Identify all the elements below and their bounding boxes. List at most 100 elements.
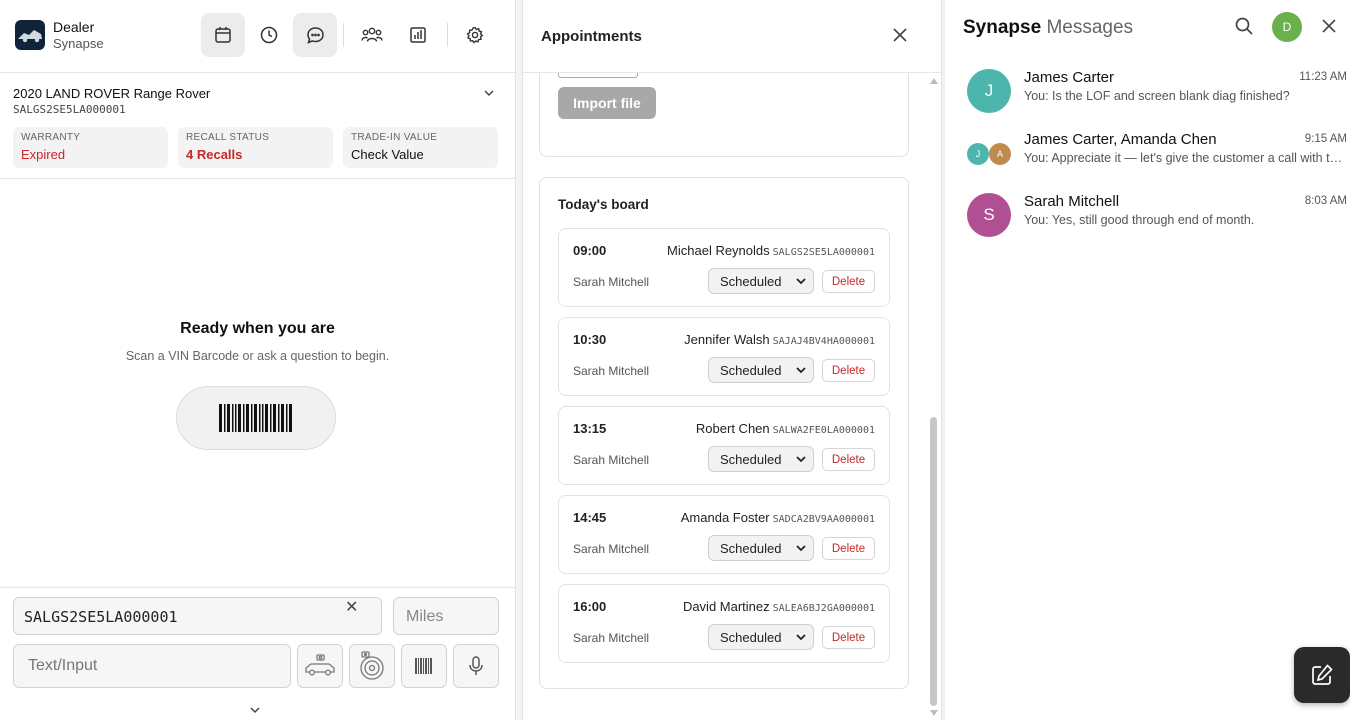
avatar: S xyxy=(967,193,1011,237)
import-file-button[interactable]: Import file xyxy=(558,87,656,119)
conversation-name: James Carter xyxy=(1024,69,1115,86)
chevron-down-icon xyxy=(796,278,806,285)
appointments-panel: Import file Appointments Today's board 0… xyxy=(523,0,941,720)
tire-photo-button[interactable] xyxy=(349,644,395,688)
voice-input-button[interactable] xyxy=(453,644,499,688)
collapse-input-button[interactable] xyxy=(248,702,262,720)
reports-button[interactable] xyxy=(396,13,440,57)
customer-vin: SALWA2FE0LA000001 xyxy=(772,425,875,436)
conversation-time: 11:23 AM xyxy=(1299,71,1347,83)
chevron-down-icon xyxy=(484,90,494,97)
people-icon xyxy=(361,27,383,42)
clear-vin-button[interactable]: ✕ xyxy=(345,597,358,617)
vehicle-expand-button[interactable] xyxy=(482,85,496,103)
microphone-icon xyxy=(469,656,483,675)
conversation-preview: You: Yes, still good through end of mont… xyxy=(1024,213,1255,227)
chevron-down-icon xyxy=(796,545,806,552)
scrollbar-thumb[interactable] xyxy=(930,417,937,706)
avatar: J xyxy=(967,69,1011,113)
appointment-card[interactable]: 16:00 David Martinez SALEA6BJ2GA000001 Sara… xyxy=(558,584,890,663)
appointment-customer: Michael Reynolds SALGS2SE5LA000001 xyxy=(667,243,875,258)
import-card: Import file xyxy=(539,60,909,157)
vehicle-vin: SALGS2SE5LA000001 xyxy=(13,103,126,116)
stat-label: RECALL STATUS xyxy=(186,132,270,143)
appointment-card[interactable]: 09:00 Michael Reynolds SALGS2SE5LA000001 Sa… xyxy=(558,228,890,307)
delete-appointment-button[interactable]: Delete xyxy=(822,270,875,293)
messages-title-label: Messages xyxy=(1046,17,1134,38)
close-appointments-button[interactable] xyxy=(891,26,909,49)
chevron-down-icon xyxy=(796,456,806,463)
vehicle-title: 2020 LAND ROVER Range Rover xyxy=(13,86,211,101)
delete-appointment-button[interactable]: Delete xyxy=(822,537,875,560)
calendar-icon xyxy=(215,27,231,43)
conversation-name: Sarah Mitchell xyxy=(1024,193,1120,210)
messages-title-brand: Synapse xyxy=(963,17,1042,38)
status-select[interactable]: Scheduled xyxy=(708,357,814,383)
barcode-icon xyxy=(219,404,292,432)
history-button[interactable] xyxy=(247,13,291,57)
tire-camera-icon xyxy=(360,651,384,680)
status-value: Scheduled xyxy=(720,274,782,289)
empty-state-subtitle: Scan a VIN Barcode or ask a question to … xyxy=(125,349,390,363)
miles-input[interactable]: Miles xyxy=(393,597,499,635)
appointment-customer: Amanda Foster SADCA2BV9AA000001 xyxy=(681,510,875,525)
customer-name: Jennifer Walsh xyxy=(684,332,770,347)
calendar-button[interactable] xyxy=(201,13,245,57)
vehicle-summary: 2020 LAND ROVER Range Rover SALGS2SE5LA0… xyxy=(0,73,515,179)
customer-name: David Martinez xyxy=(682,599,770,614)
team-button[interactable] xyxy=(350,13,394,57)
appointment-card[interactable]: 10:30 Jennifer Walsh SAJAJ4BV4HA000001 Sara… xyxy=(558,317,890,396)
recall-stat[interactable]: RECALL STATUS 4 Recalls xyxy=(178,127,333,168)
appointment-card[interactable]: 13:15 Robert Chen SALWA2FE0LA000001 Sarah M… xyxy=(558,406,890,485)
conversation-item[interactable]: S Sarah Mitchell 8:03 AM You: Yes, still go… xyxy=(945,187,1350,247)
settings-button[interactable] xyxy=(453,13,497,57)
vehicle-photo-button[interactable] xyxy=(297,644,343,688)
appointment-advisor: Sarah Mitchell xyxy=(573,275,650,289)
conversation-item[interactable]: J A James Carter, Amanda Chen 9:15 AM You: A… xyxy=(945,125,1350,185)
top-toolbar: Dealer Synapse xyxy=(0,0,515,73)
appointment-time: 14:45 xyxy=(573,510,607,525)
search-messages-button[interactable] xyxy=(1234,16,1254,41)
appointment-card[interactable]: 14:45 Amanda Foster SADCA2BV9AA000001 Sarah… xyxy=(558,495,890,574)
appointment-advisor: Sarah Mitchell xyxy=(573,631,650,645)
delete-appointment-button[interactable]: Delete xyxy=(822,448,875,471)
appointment-time: 09:00 xyxy=(573,243,607,258)
stat-value: Expired xyxy=(21,147,66,162)
panel-resize-handle[interactable] xyxy=(515,0,523,720)
close-icon xyxy=(893,28,907,42)
close-icon xyxy=(1322,19,1336,33)
customer-name: Michael Reynolds xyxy=(667,243,770,258)
customer-vin: SALGS2SE5LA000001 xyxy=(772,247,875,258)
status-value: Scheduled xyxy=(720,363,782,378)
trade-in-stat[interactable]: TRADE-IN VALUE Check Value xyxy=(343,127,498,168)
appointment-customer: Robert Chen SALWA2FE0LA000001 xyxy=(696,421,875,436)
appointments-title: Appointments xyxy=(541,28,642,45)
text-input[interactable]: Text/Input xyxy=(13,644,291,688)
delete-appointment-button[interactable]: Delete xyxy=(822,359,875,382)
status-select[interactable]: Scheduled xyxy=(708,624,814,650)
conversation-preview: You: Is the LOF and screen blank diag fi… xyxy=(1024,89,1290,103)
conversation-time: 9:15 AM xyxy=(1304,133,1347,145)
settings-icon xyxy=(466,26,484,44)
chat-button[interactable] xyxy=(293,13,337,57)
warranty-stat: WARRANTY Expired xyxy=(13,127,168,168)
car-camera-icon xyxy=(305,654,335,676)
vin-input[interactable]: SALGS2SE5LA000001 xyxy=(13,597,382,635)
close-messages-button[interactable] xyxy=(1321,18,1337,39)
new-message-button[interactable] xyxy=(1294,647,1350,703)
user-avatar[interactable]: D xyxy=(1272,12,1302,42)
appointment-advisor: Sarah Mitchell xyxy=(573,453,650,467)
scroll-down-icon xyxy=(930,710,938,716)
status-select[interactable]: Scheduled xyxy=(708,535,814,561)
status-select[interactable]: Scheduled xyxy=(708,446,814,472)
board-title: Today's board xyxy=(558,197,649,212)
conversation-item[interactable]: J James Carter 11:23 AM You: Is the LOF and… xyxy=(945,63,1350,123)
stat-value: Check Value xyxy=(351,147,424,162)
chevron-down-icon xyxy=(250,707,260,714)
appointment-advisor: Sarah Mitchell xyxy=(573,364,650,378)
status-select[interactable]: Scheduled xyxy=(708,268,814,294)
delete-appointment-button[interactable]: Delete xyxy=(822,626,875,649)
scan-barcode-button[interactable] xyxy=(176,386,336,450)
appointments-header: Appointments xyxy=(523,0,941,73)
barcode-scan-button[interactable] xyxy=(401,644,447,688)
